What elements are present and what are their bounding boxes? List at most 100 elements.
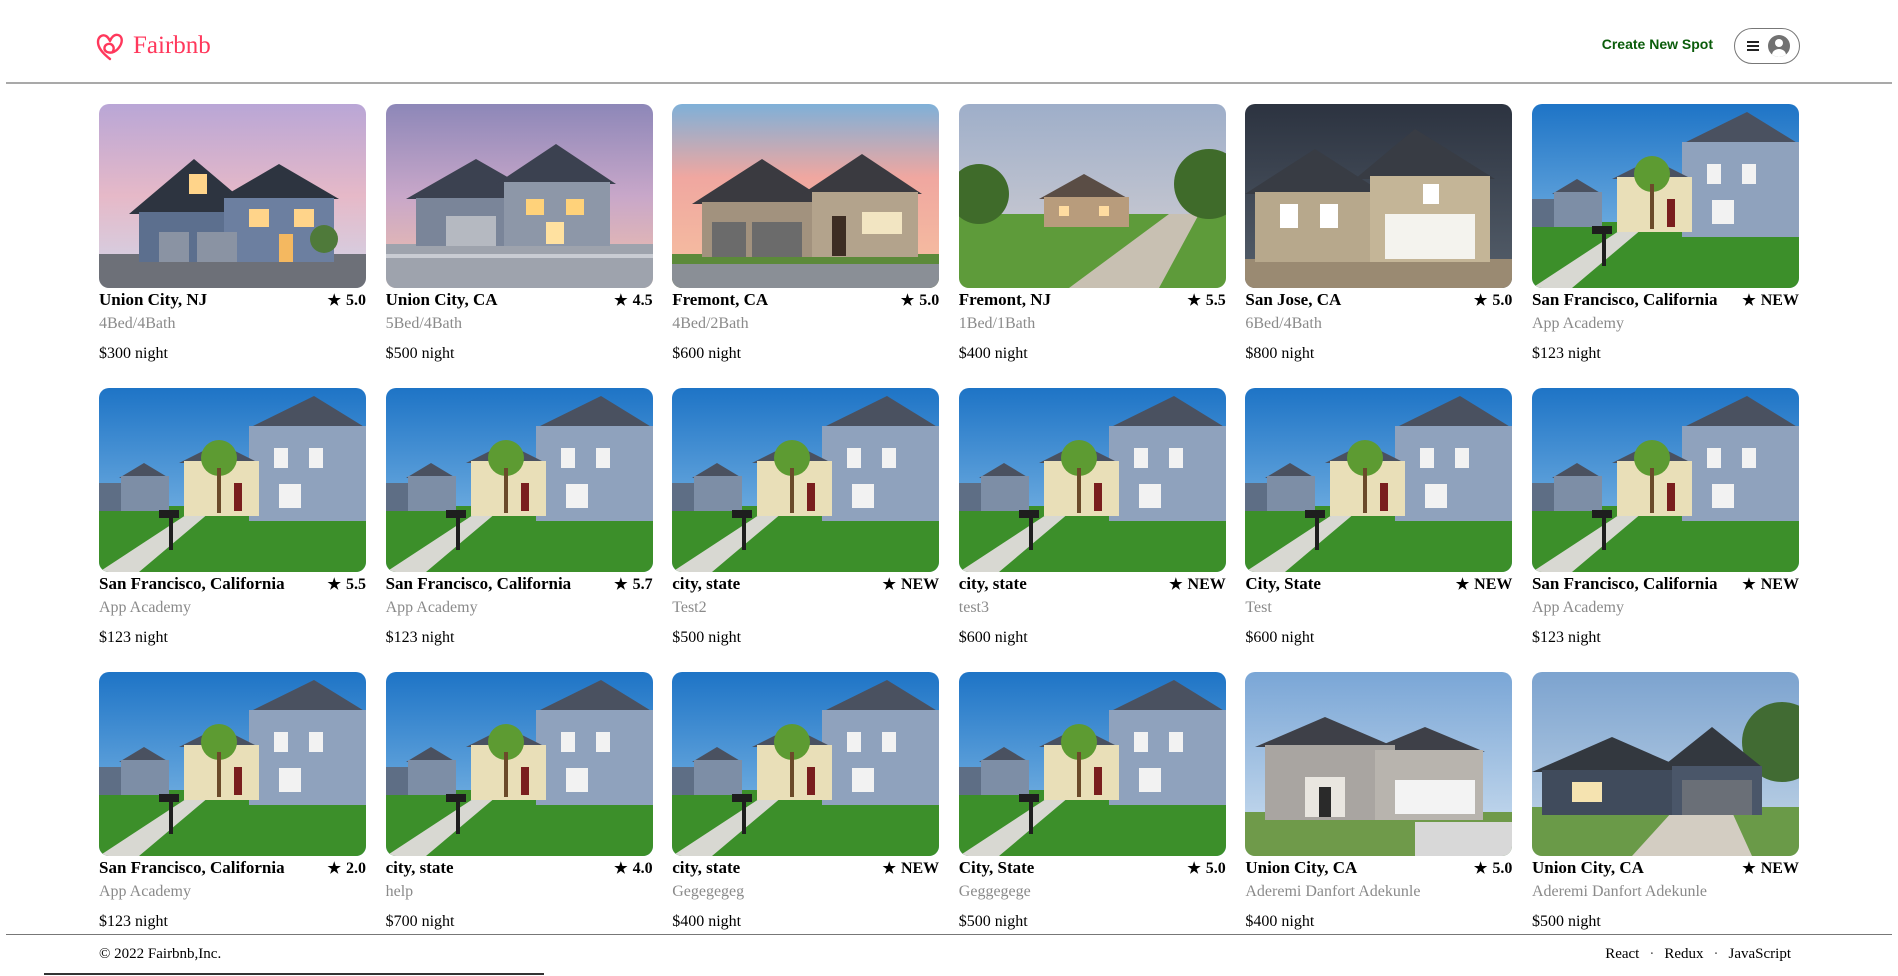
spot-card[interactable]: City, State ★ 5.0 Geggegege $500 night (958, 672, 1226, 956)
spot-price: $300 night (99, 345, 168, 362)
spot-card[interactable]: City, State ★ NEW Test $600 night (1245, 388, 1513, 672)
spot-card[interactable]: San Jose, CA ★ 5.0 6Bed/4Bath $800 night (1245, 104, 1513, 388)
spot-price: $500 night (672, 629, 742, 646)
spot-photo[interactable] (385, 672, 653, 856)
spot-location: Union City, CA (1245, 858, 1358, 877)
spot-title-row: San Francisco, California ★ NEW (1532, 574, 1799, 596)
spot-photo[interactable] (99, 104, 366, 288)
spot-description: test3 (958, 599, 989, 616)
spot-card[interactable]: city, state ★ NEW Test2 $500 night (672, 388, 940, 672)
spot-location: San Francisco, California (1531, 290, 1718, 309)
create-new-spot-link[interactable]: Create New Spot (1602, 36, 1713, 52)
spot-price: $400 night (958, 345, 1028, 362)
spot-card[interactable]: Union City, NJ ★ 5.0 4Bed/4Bath $300 night (99, 104, 366, 388)
spot-description: 6Bed/4Bath (1245, 315, 1322, 332)
spot-location: city, state (385, 858, 454, 877)
spot-photo[interactable] (1245, 104, 1513, 288)
spot-rating: ★ 4.0 (614, 859, 652, 878)
spot-title-row: San Francisco, California ★ 5.7 (386, 574, 653, 596)
spot-rating: ★ 5.7 (614, 575, 652, 594)
spot-description: Aderemi Danfort Adekunle (1245, 883, 1421, 900)
spot-card[interactable]: city, state ★ NEW Gegegegeg $400 night (672, 672, 940, 956)
spot-photo[interactable] (672, 672, 940, 856)
spot-rating: ★ NEW (1169, 575, 1226, 594)
footer-link-javascript[interactable]: JavaScript (1729, 946, 1791, 963)
spot-photo[interactable] (385, 104, 653, 288)
spot-card[interactable]: city, state ★ NEW test3 $600 night (958, 388, 1226, 672)
spot-rating-value: NEW (1760, 859, 1799, 877)
spot-card[interactable]: San Francisco, California ★ 5.5 App Academy… (99, 388, 366, 672)
spot-rating: ★ 5.0 (1474, 859, 1512, 878)
spot-photo[interactable] (672, 388, 940, 572)
spot-title-row: city, state ★ NEW (672, 574, 939, 596)
spot-card[interactable]: San Francisco, California ★ NEW App Academy… (1531, 388, 1799, 672)
spot-description: App Academy (1531, 315, 1624, 332)
spot-photo[interactable] (385, 388, 653, 572)
hamburger-menu-icon (1747, 41, 1759, 51)
spot-photo[interactable] (672, 104, 940, 288)
spot-location: San Jose, CA (1245, 290, 1342, 309)
spot-location: Union City, CA (1531, 858, 1644, 877)
logo-link[interactable]: Fairbnb (95, 28, 211, 62)
spot-rating-value: 5.5 (346, 575, 366, 593)
site-header: Fairbnb Create New Spot (0, 0, 1898, 84)
spot-photo[interactable] (99, 388, 366, 572)
spot-card[interactable]: San Francisco, California ★ 5.7 App Academy… (385, 388, 653, 672)
spot-card[interactable]: Union City, CA ★ NEW Aderemi Danfort Adekun… (1531, 672, 1799, 956)
spot-photo[interactable] (1245, 672, 1513, 856)
star-icon: ★ (614, 861, 628, 877)
spot-title-row: San Francisco, California ★ 2.0 (99, 858, 366, 880)
spot-description: Gegegegeg (672, 883, 745, 900)
spot-price: $600 night (1245, 629, 1315, 646)
star-icon: ★ (1473, 861, 1488, 877)
spot-description: Geggegege (958, 883, 1031, 900)
spot-title-row: City, State ★ 5.0 (959, 858, 1226, 880)
star-icon: ★ (327, 293, 341, 309)
spot-photo[interactable] (1531, 388, 1799, 572)
spot-rating: ★ NEW (1742, 291, 1799, 310)
star-icon: ★ (1742, 861, 1756, 877)
spots-grid: Union City, NJ ★ 5.0 4Bed/4Bath $300 night Un… (99, 104, 1799, 956)
footer-link-redux[interactable]: Redux (1664, 946, 1703, 963)
spot-card[interactable]: Fremont, NJ ★ 5.5 1Bed/1Bath $400 night (958, 104, 1226, 388)
spot-photo[interactable] (1531, 104, 1799, 288)
footer-link-react[interactable]: React (1605, 946, 1639, 963)
star-icon: ★ (327, 861, 341, 877)
spot-photo[interactable] (99, 672, 366, 856)
spot-location: Union City, NJ (99, 290, 208, 309)
spot-card[interactable]: Union City, CA ★ 5.0 Aderemi Danfort Adekun… (1245, 672, 1513, 956)
spot-card[interactable]: city, state ★ 4.0 help $700 night (385, 672, 653, 956)
profile-menu-button[interactable] (1734, 28, 1800, 64)
spot-location: Union City, CA (385, 290, 498, 309)
spot-photo[interactable] (958, 672, 1226, 856)
spot-card[interactable]: Union City, CA ★ 4.5 5Bed/4Bath $500 night (385, 104, 653, 388)
spot-price: $500 night (1531, 913, 1601, 930)
spot-photo[interactable] (1531, 672, 1799, 856)
spot-photo[interactable] (1245, 388, 1513, 572)
logo-text: Fairbnb (133, 31, 211, 59)
spot-rating: ★ 2.0 (328, 859, 366, 878)
spot-rating: ★ 5.0 (328, 291, 366, 310)
spot-card[interactable]: San Francisco, California ★ NEW App Academy… (1531, 104, 1799, 388)
star-icon: ★ (1455, 577, 1470, 593)
spot-card[interactable]: San Francisco, California ★ 2.0 App Academy… (99, 672, 366, 956)
spot-description: Aderemi Danfort Adekunle (1531, 883, 1708, 900)
spot-location: Fremont, NJ (958, 290, 1052, 309)
spot-price: $123 night (385, 629, 455, 646)
spot-title-row: Union City, CA ★ 4.5 (386, 290, 653, 312)
spot-photo[interactable] (958, 104, 1226, 288)
spot-price: $600 night (958, 629, 1028, 646)
spot-rating-value: 5.0 (1492, 291, 1513, 309)
star-icon: ★ (1742, 293, 1756, 309)
spot-description: Test2 (672, 599, 707, 616)
spot-rating-value: NEW (900, 575, 940, 593)
spot-card[interactable]: Fremont, CA ★ 5.0 4Bed/2Bath $600 night (672, 104, 940, 388)
spot-title-row: Fremont, CA ★ 5.0 (672, 290, 939, 312)
spot-description: App Academy (99, 883, 191, 900)
spot-price: $700 night (385, 913, 455, 930)
spot-title-row: Union City, NJ ★ 5.0 (99, 290, 366, 312)
spot-location: San Francisco, California (385, 574, 572, 593)
spot-price: $400 night (1245, 913, 1315, 930)
spot-rating: ★ 5.0 (1474, 291, 1512, 310)
spot-photo[interactable] (958, 388, 1226, 572)
